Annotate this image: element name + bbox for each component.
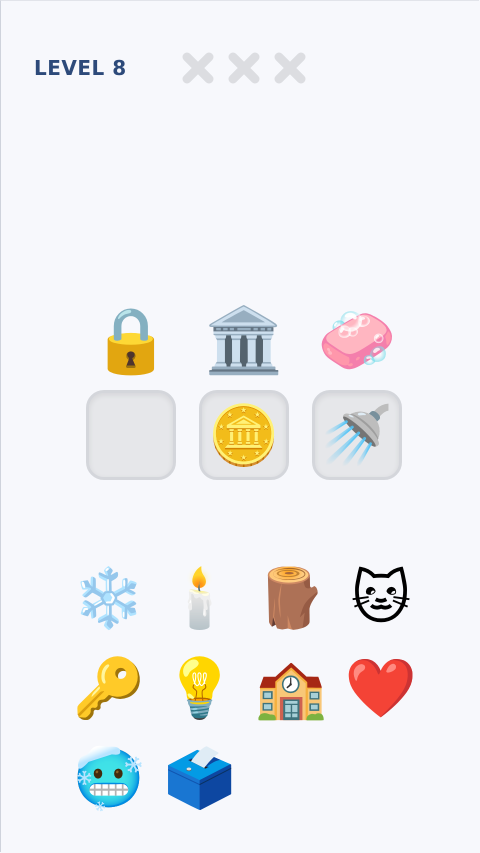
- lives-indicator: [181, 51, 307, 85]
- soap-icon: 🧼: [317, 304, 397, 378]
- red-heart-icon[interactable]: ❤️: [341, 648, 421, 728]
- x-mark-icon: [274, 52, 306, 84]
- light-bulb-icon[interactable]: 💡: [160, 648, 240, 728]
- snowflake-icon[interactable]: ❄️: [69, 558, 149, 638]
- key-icon[interactable]: 🔑: [69, 648, 149, 728]
- shower-icon: 🚿: [320, 401, 394, 469]
- candle-icon[interactable]: 🕯️: [160, 558, 240, 638]
- school-icon[interactable]: 🏫: [251, 648, 331, 728]
- padlock-icon: 🔒: [91, 304, 171, 378]
- answer-slot-shower[interactable]: 🚿: [312, 390, 402, 480]
- x-mark-icon: [182, 52, 214, 84]
- cat-face-icon[interactable]: 🐱: [341, 558, 421, 638]
- ballot-box-icon[interactable]: 🗳️: [160, 738, 240, 818]
- answer-slot-empty[interactable]: [86, 390, 176, 480]
- cold-face-icon[interactable]: 🥶: [69, 738, 149, 818]
- answer-slot-coin[interactable]: 🪙: [199, 390, 289, 480]
- coin-icon: 🪙: [207, 401, 281, 469]
- wood-log-icon[interactable]: 🪵: [251, 558, 331, 638]
- x-mark-icon: [228, 52, 260, 84]
- bank-icon: 🏛️: [204, 304, 284, 378]
- level-label: LEVEL 8: [34, 56, 127, 80]
